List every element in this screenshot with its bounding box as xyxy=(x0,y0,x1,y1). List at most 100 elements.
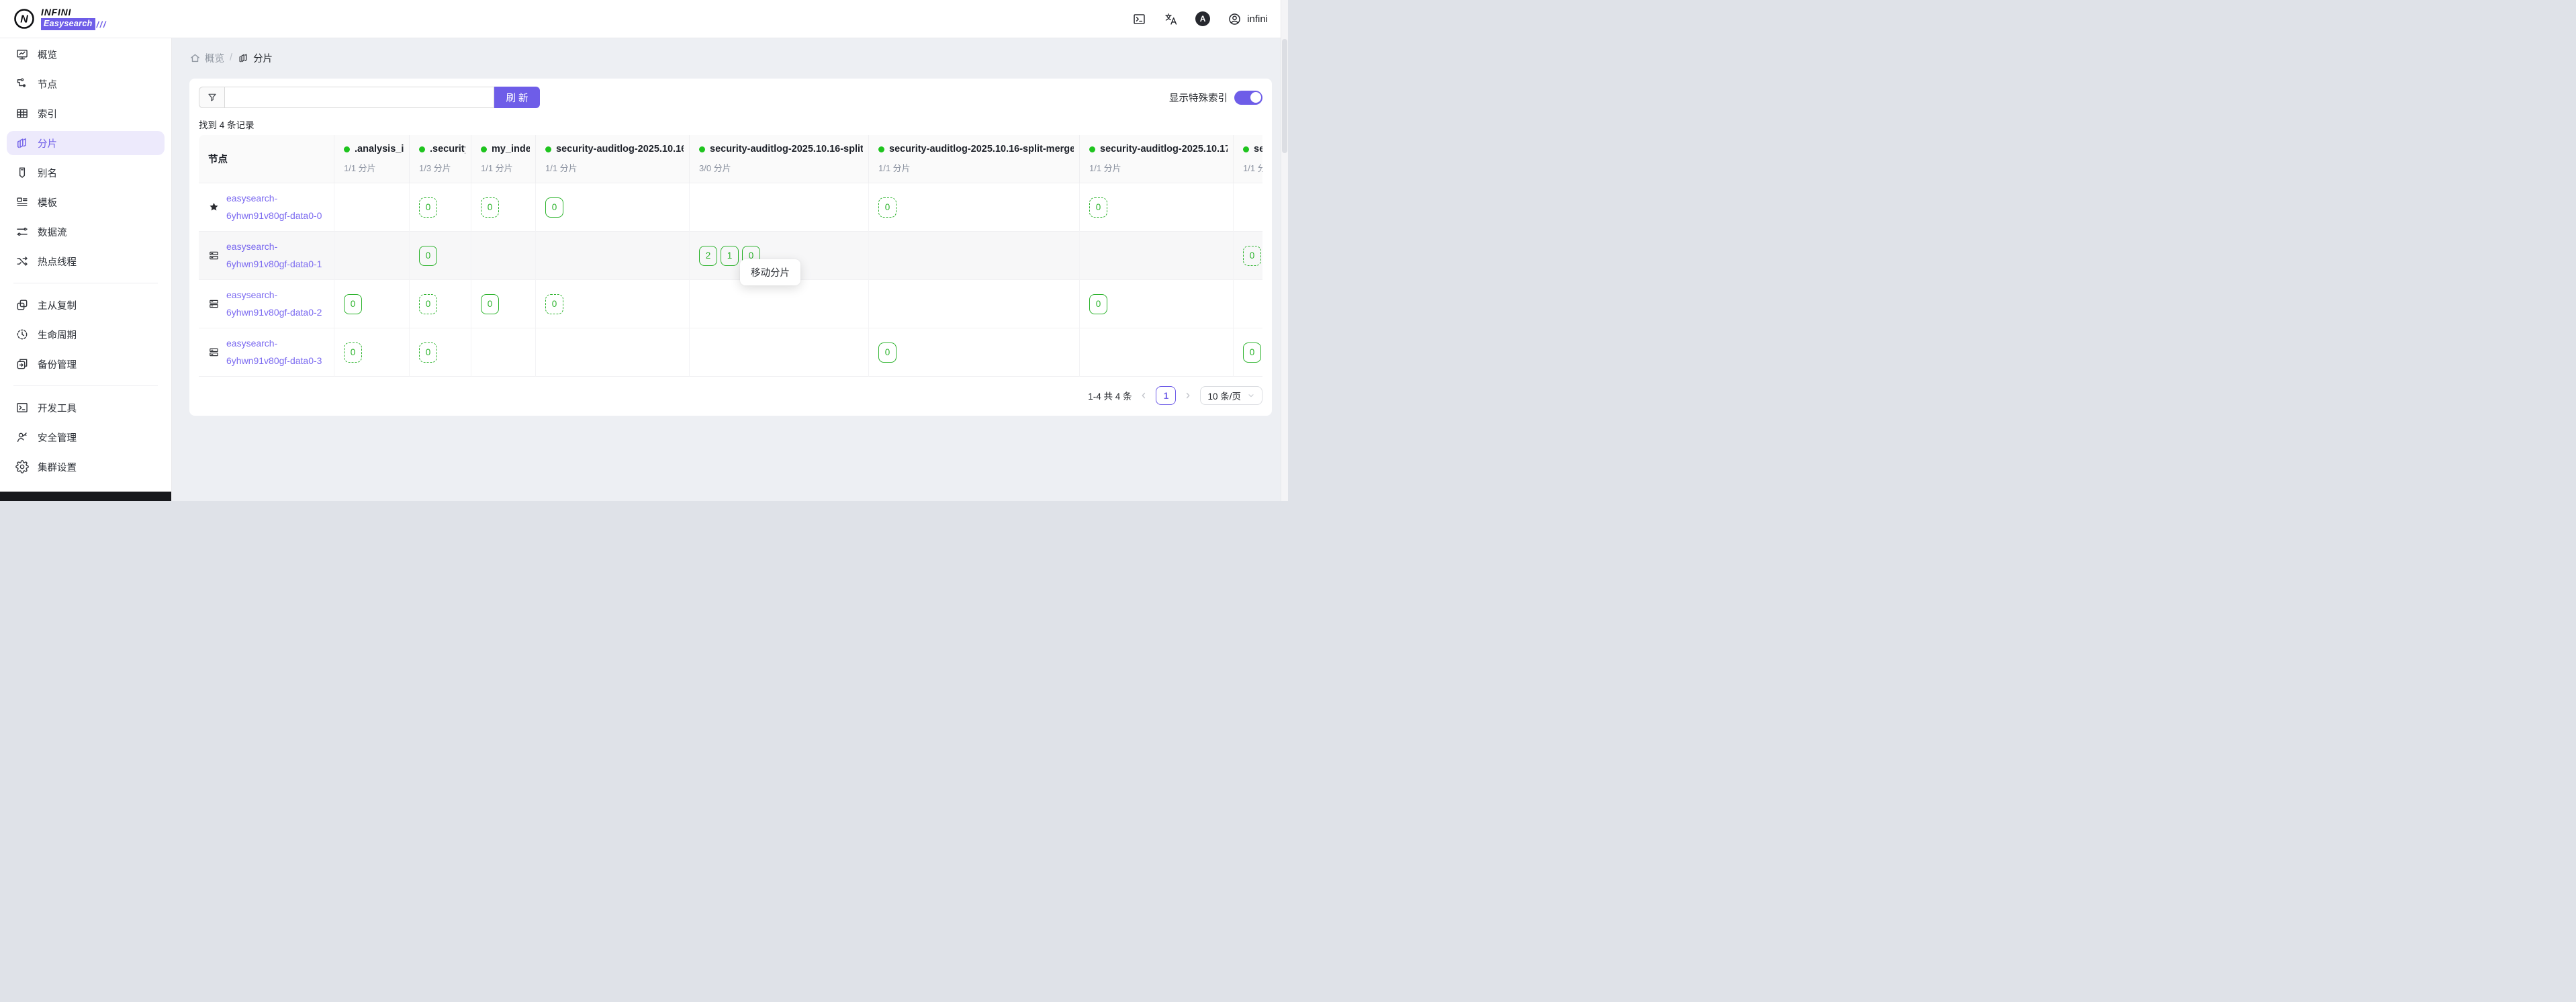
shard-cell: 0 xyxy=(410,232,471,280)
sidebar-item-label: 集群设置 xyxy=(38,460,77,474)
shard-cell: 0 xyxy=(410,328,471,377)
sidebar-item-shards[interactable]: 分片 xyxy=(7,131,165,155)
index-column-header: my_index1/1 分片 xyxy=(471,135,536,183)
breadcrumb-home[interactable]: 概览 xyxy=(189,51,224,65)
sidebar-item-label: 生命周期 xyxy=(38,328,77,342)
sidebar-item-templates[interactable]: 模板 xyxy=(7,190,165,214)
table-icon xyxy=(15,107,29,120)
table-row: easysearch-6yhwn91v80gf-data0-2 0 0 0 0 0 xyxy=(199,280,1262,328)
index-health-dot-icon xyxy=(481,146,487,152)
index-column-header: security-auditlog-2025.10.161/1 分片 xyxy=(536,135,690,183)
data-node-server-icon xyxy=(208,250,220,261)
filter-icon xyxy=(199,87,224,108)
shard-badge-dashed[interactable]: 0 xyxy=(1243,246,1261,266)
shard-cell: 0 xyxy=(1234,232,1262,280)
index-column-header: secu1/1 分片 xyxy=(1234,135,1262,183)
home-icon xyxy=(189,52,201,64)
backup-icon xyxy=(15,357,29,371)
page-number-button[interactable]: 1 xyxy=(1156,386,1176,405)
language-switch-icon[interactable] xyxy=(1164,12,1178,26)
letter-avatar-badge[interactable]: A xyxy=(1195,11,1210,26)
chevron-down-icon xyxy=(1247,392,1255,400)
shard-badge-dashed[interactable]: 0 xyxy=(878,197,896,218)
refresh-button[interactable]: 刷 新 xyxy=(494,87,540,108)
shard-badge-solid[interactable]: 1 xyxy=(721,246,739,266)
sidebar-item-overview[interactable]: 概览 xyxy=(7,42,165,66)
shard-cell xyxy=(536,328,690,377)
sidebar-item-label: 索引 xyxy=(38,107,57,121)
shard-badge-dashed[interactable]: 0 xyxy=(419,294,437,314)
user-key-icon xyxy=(15,430,29,444)
brand-logo[interactable]: N INFINI Easysearch /// xyxy=(13,7,107,30)
index-health-dot-icon xyxy=(545,146,551,152)
sidebar-item-security[interactable]: 安全管理 xyxy=(7,425,165,449)
node-link[interactable]: easysearch-6yhwn91v80gf-data0-0 xyxy=(226,190,330,224)
breadcrumb-home-label: 概览 xyxy=(205,51,224,65)
sidebar-item-label: 数据流 xyxy=(38,225,67,239)
user-menu[interactable]: infini xyxy=(1228,12,1268,26)
filter-group: 刷 新 xyxy=(199,87,540,108)
sidebar-item-cluster-settings[interactable]: 集群设置 xyxy=(7,455,165,479)
shard-badge-solid[interactable]: 0 xyxy=(481,294,499,314)
shard-badge-solid[interactable]: 0 xyxy=(1089,294,1107,314)
shard-cell xyxy=(334,183,410,232)
shard-badge-dashed[interactable]: 0 xyxy=(419,197,437,218)
brand-easysearch: Easysearch xyxy=(41,18,95,30)
sidebar-item-nodes[interactable]: 节点 xyxy=(7,72,165,96)
shards-card: 刷 新 显示特殊索引 找到 4 条记录 节点 xyxy=(189,79,1272,416)
shard-badge-dashed[interactable]: 0 xyxy=(1089,197,1107,218)
filter-input[interactable] xyxy=(224,87,494,108)
shard-badge-solid[interactable]: 0 xyxy=(1243,343,1261,363)
next-page-icon[interactable] xyxy=(1183,391,1193,400)
shard-badge-dashed[interactable]: 0 xyxy=(419,343,437,363)
console-icon[interactable] xyxy=(1132,12,1146,26)
node-link[interactable]: easysearch-6yhwn91v80gf-data0-3 xyxy=(226,335,330,369)
shard-badge-dashed[interactable]: 0 xyxy=(481,197,499,218)
shards-table-wrap: 节点 .analysis_ik1/1 分片.security1/3 分片my_i… xyxy=(199,135,1262,377)
sidebar-item-alias[interactable]: 别名 xyxy=(7,161,165,185)
index-column-header: security-auditlog-2025.10.171/1 分片 xyxy=(1080,135,1234,183)
index-column-header: security-auditlog-2025.10.16-split3/0 分片 xyxy=(690,135,869,183)
sidebar-item-backup[interactable]: 备份管理 xyxy=(7,352,165,376)
node-cell: easysearch-6yhwn91v80gf-data0-1 xyxy=(199,232,334,280)
nodes-icon xyxy=(15,77,29,91)
prev-page-icon[interactable] xyxy=(1139,391,1148,400)
breadcrumb-current-label: 分片 xyxy=(253,51,273,65)
shard-badge-solid[interactable]: 0 xyxy=(878,343,896,363)
shard-badge-solid[interactable]: 0 xyxy=(545,197,563,218)
node-link[interactable]: easysearch-6yhwn91v80gf-data0-2 xyxy=(226,287,330,320)
index-name: my_index xyxy=(492,144,530,154)
sidebar-item-label: 主从复制 xyxy=(38,298,77,312)
shard-badge-dashed[interactable]: 0 xyxy=(545,294,563,314)
sidebar-item-datastream[interactable]: 数据流 xyxy=(7,220,165,244)
special-index-toggle[interactable] xyxy=(1234,91,1262,105)
node-cell: easysearch-6yhwn91v80gf-data0-2 xyxy=(199,280,334,328)
svg-text:N: N xyxy=(20,14,28,26)
shard-badge-solid[interactable]: 0 xyxy=(419,246,437,266)
page-size-select[interactable]: 10 条/页 xyxy=(1200,386,1262,405)
breadcrumb: 概览 / 分片 xyxy=(189,49,1272,66)
shard-cell: 0 xyxy=(536,280,690,328)
index-name: security-auditlog-2025.10.16 xyxy=(556,144,684,154)
sidebar-item-dev-tools[interactable]: 开发工具 xyxy=(7,396,165,420)
index-shard-count: 1/1 分片 xyxy=(878,161,1074,174)
sidebar: 概览节点索引分片别名模板数据流热点线程主从复制生命周期备份管理开发工具安全管理集… xyxy=(0,38,172,501)
shard-cell xyxy=(690,328,869,377)
node-link[interactable]: easysearch-6yhwn91v80gf-data0-1 xyxy=(226,238,330,272)
shard-badge-solid[interactable]: 0 xyxy=(344,294,362,314)
shard-cell xyxy=(471,232,536,280)
shard-badge-solid[interactable]: 2 xyxy=(699,246,717,266)
shard-badge-dashed[interactable]: 0 xyxy=(344,343,362,363)
index-shard-count: 3/0 分片 xyxy=(699,161,863,174)
shard-cell: 0 xyxy=(334,328,410,377)
sidebar-item-label: 开发工具 xyxy=(38,401,77,415)
sidebar-item-hot-threads[interactable]: 热点线程 xyxy=(7,249,165,273)
page-scrollbar[interactable] xyxy=(1281,0,1288,501)
sidebar-item-replication[interactable]: 主从复制 xyxy=(7,293,165,317)
shard-cell: 0 xyxy=(536,183,690,232)
scrollbar-thumb[interactable] xyxy=(1282,39,1287,153)
sidebar-item-indices[interactable]: 索引 xyxy=(7,101,165,126)
toolbar: 刷 新 显示特殊索引 xyxy=(199,87,1262,108)
sidebar-bottom-bar xyxy=(0,492,171,501)
sidebar-item-lifecycle[interactable]: 生命周期 xyxy=(7,322,165,347)
